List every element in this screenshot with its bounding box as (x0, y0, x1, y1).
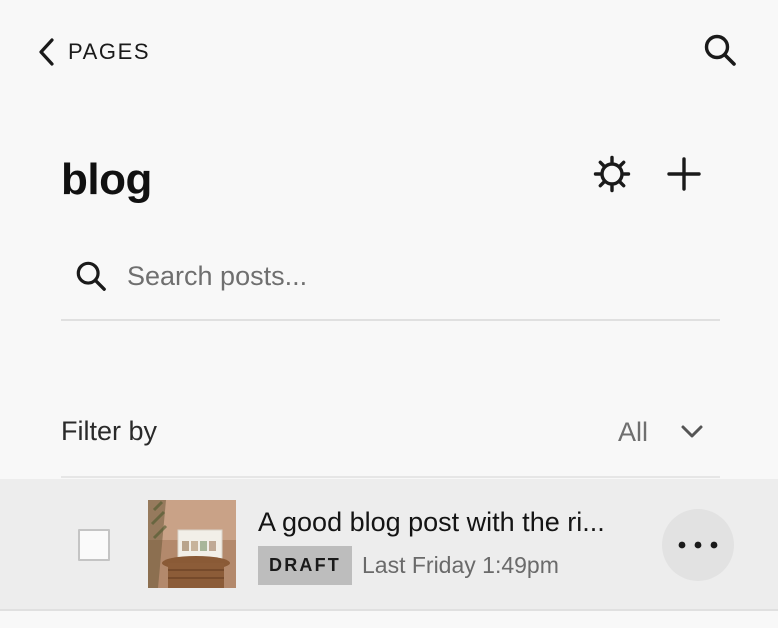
back-to-pages-link[interactable]: PAGES (36, 36, 150, 68)
post-date: Last Friday 1:49pm (362, 552, 559, 578)
more-horizontal-icon (678, 536, 718, 554)
status-badge: DRAFT (258, 546, 352, 585)
divider (61, 476, 720, 478)
gear-icon (593, 155, 631, 198)
search-button[interactable] (700, 34, 740, 70)
filter-label: Filter by (61, 416, 158, 446)
post-select-checkbox[interactable] (78, 529, 110, 561)
search-icon (75, 250, 119, 302)
filter-selected-value: All (618, 416, 649, 447)
post-list-item[interactable]: A good blog post with the ri... DRAFT La… (0, 479, 778, 611)
search-icon (703, 33, 737, 72)
search-posts-field (61, 250, 720, 321)
post-thumbnail (148, 500, 236, 588)
post-more-button[interactable] (662, 509, 734, 581)
plus-icon (666, 156, 702, 197)
chevron-left-icon (36, 37, 56, 67)
search-posts-input[interactable] (127, 250, 687, 302)
list-bottom-area (0, 612, 778, 628)
page-title: blog (61, 155, 152, 204)
post-title[interactable]: A good blog post with the ri... (258, 507, 650, 538)
chevron-down-icon (680, 424, 704, 440)
back-link-label: PAGES (68, 39, 151, 64)
blog-panel: PAGES blog Search posts... Filter by All… (0, 0, 778, 628)
settings-button[interactable] (590, 154, 634, 198)
add-post-button[interactable] (662, 154, 706, 198)
filter-dropdown[interactable]: All (618, 412, 704, 452)
